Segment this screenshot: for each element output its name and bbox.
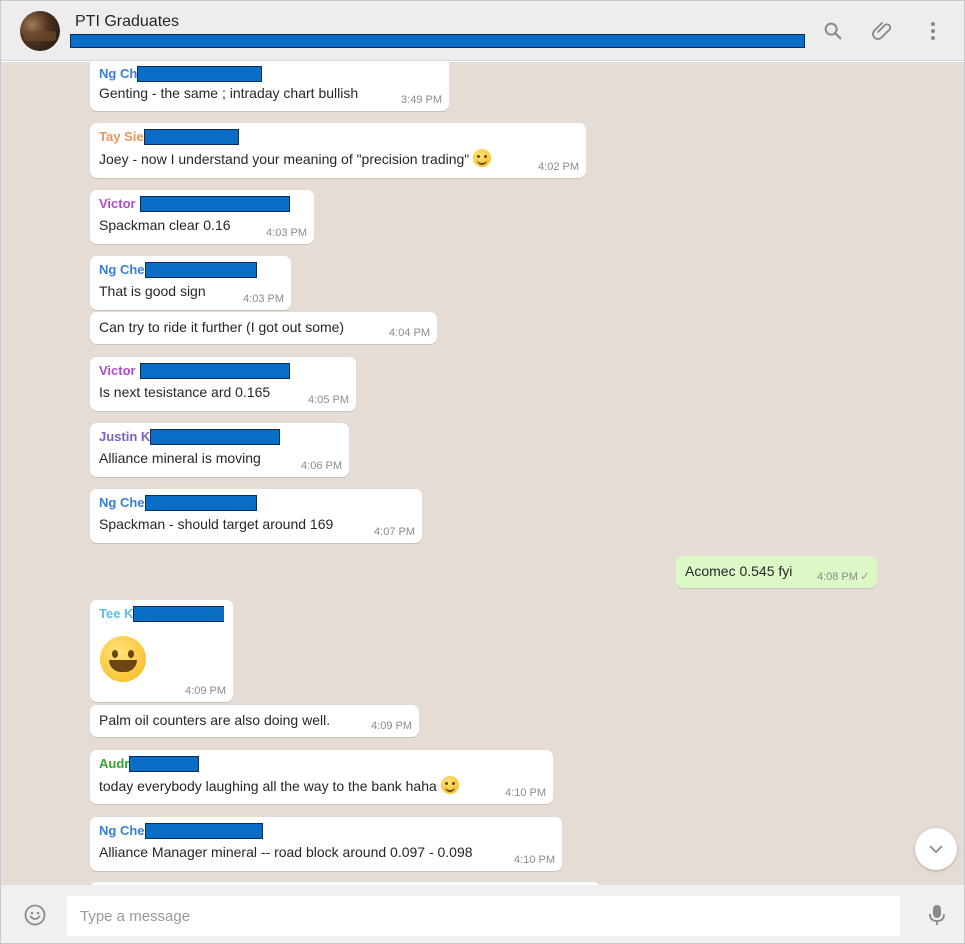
- menu-dots-icon[interactable]: [921, 19, 945, 43]
- message-list[interactable]: Ng Ch Genting - the same ; intraday char…: [1, 62, 964, 885]
- redacted-name: [129, 756, 200, 772]
- emoji-content: [100, 636, 224, 684]
- redacted-participants: [70, 34, 805, 48]
- redacted-name: [137, 66, 263, 82]
- message-bubble[interactable]: Victor Is next tesistance ard 0.165 4:05…: [90, 357, 356, 411]
- message-bubble[interactable]: Audr today everybody laughing all the wa…: [90, 750, 553, 804]
- redacted-name: [150, 429, 281, 445]
- smiling-emoji-icon: [473, 149, 492, 167]
- sender-name: Victor: [99, 363, 347, 379]
- chat-title[interactable]: PTI Graduates: [75, 13, 179, 31]
- sender-name: Audr: [99, 756, 544, 772]
- message-text: Can try to ride it further (I got out so…: [99, 319, 345, 335]
- message-bubble[interactable]: Ng Che Alliance Manager mineral -- road …: [90, 817, 562, 871]
- redacted-name: [144, 823, 263, 839]
- message-time: 4:10 PM: [514, 854, 555, 866]
- message-text: Palm oil counters are also doing well.: [99, 712, 331, 728]
- composer-bar: [1, 885, 964, 943]
- message-bubble[interactable]: Tay Sie Joey - now I understand your mea…: [90, 123, 586, 178]
- sender-name: Justin K: [99, 429, 340, 445]
- message-input[interactable]: [67, 896, 900, 936]
- message-time: 4:09 PM: [371, 720, 412, 732]
- sender-name: Tee K: [99, 606, 224, 622]
- message-time: 4:03 PM: [243, 293, 284, 305]
- sender-name: Ng Ch: [99, 62, 440, 82]
- message-text: Genting - the same ; intraday chart bull…: [99, 85, 359, 101]
- message-time: 3:49 PM: [401, 94, 442, 106]
- paperclip-icon[interactable]: [871, 19, 895, 43]
- message-time: 4:02 PM: [538, 161, 579, 173]
- microphone-icon[interactable]: [924, 902, 950, 928]
- redacted-name: [139, 363, 290, 379]
- redacted-name: [139, 196, 290, 212]
- grinning-emoji-icon: [440, 776, 459, 794]
- grinning-emoji-icon: [100, 636, 146, 682]
- chat-window: PTI Graduates Ng Ch Genting - the same ;…: [0, 0, 965, 944]
- sender-name: Ng Che: [99, 262, 282, 278]
- emoji-picker-icon[interactable]: [22, 902, 48, 928]
- message-bubble[interactable]: Ng Che Spackman - should target around 1…: [90, 489, 422, 543]
- sender-name: Victor: [99, 196, 305, 212]
- chat-header: PTI Graduates: [1, 1, 964, 61]
- message-time: 4:03 PM: [266, 227, 307, 239]
- message-time: 4:06 PM: [301, 460, 342, 472]
- search-icon[interactable]: [821, 19, 845, 43]
- message-bubble[interactable]: Ng Ch Genting - the same ; intraday char…: [90, 62, 449, 111]
- message-bubble[interactable]: Tee K 4:09 PM: [90, 600, 233, 702]
- redacted-name: [144, 262, 257, 278]
- sender-name: Ng Che: [99, 495, 413, 511]
- redacted-name: [133, 606, 224, 622]
- message-text: Alliance Manager mineral -- road block a…: [99, 844, 473, 860]
- message-text: Spackman - should target around 169: [99, 516, 334, 532]
- message-time: 4:08 PM ✓: [816, 569, 870, 583]
- message-time: 4:09 PM: [185, 685, 226, 697]
- message-bubble[interactable]: Palm oil counters are also doing well. 4…: [90, 705, 419, 737]
- message-text: Joey - now I understand your meaning of …: [99, 149, 577, 169]
- message-time: 4:04 PM: [389, 327, 430, 339]
- message-bubble[interactable]: Victor Spackman clear 0.16 4:03 PM: [90, 190, 314, 244]
- sender-name: Ng Che: [99, 823, 553, 839]
- message-text: today everybody laughing all the way to …: [99, 776, 544, 796]
- chevron-down-icon: [929, 845, 943, 853]
- message-bubble-outgoing[interactable]: Acomec 0.545 fyi 4:08 PM ✓: [676, 556, 877, 588]
- message-time: 4:07 PM: [374, 526, 415, 538]
- message-bubble[interactable]: Can try to ride it further (I got out so…: [90, 312, 437, 344]
- message-time: 4:05 PM: [308, 394, 349, 406]
- sender-name: Tay Sie: [99, 129, 577, 145]
- message-bubble[interactable]: Justin K Alliance mineral is moving 4:06…: [90, 423, 349, 477]
- redacted-name: [143, 129, 239, 145]
- scroll-down-button[interactable]: [915, 828, 957, 870]
- redacted-name: [144, 495, 257, 511]
- group-avatar[interactable]: [20, 11, 60, 51]
- delivered-check-icon: ✓: [859, 569, 870, 583]
- message-bubble[interactable]: Ng Che That is good sign 4:03 PM: [90, 256, 291, 310]
- message-time: 4:10 PM: [505, 787, 546, 799]
